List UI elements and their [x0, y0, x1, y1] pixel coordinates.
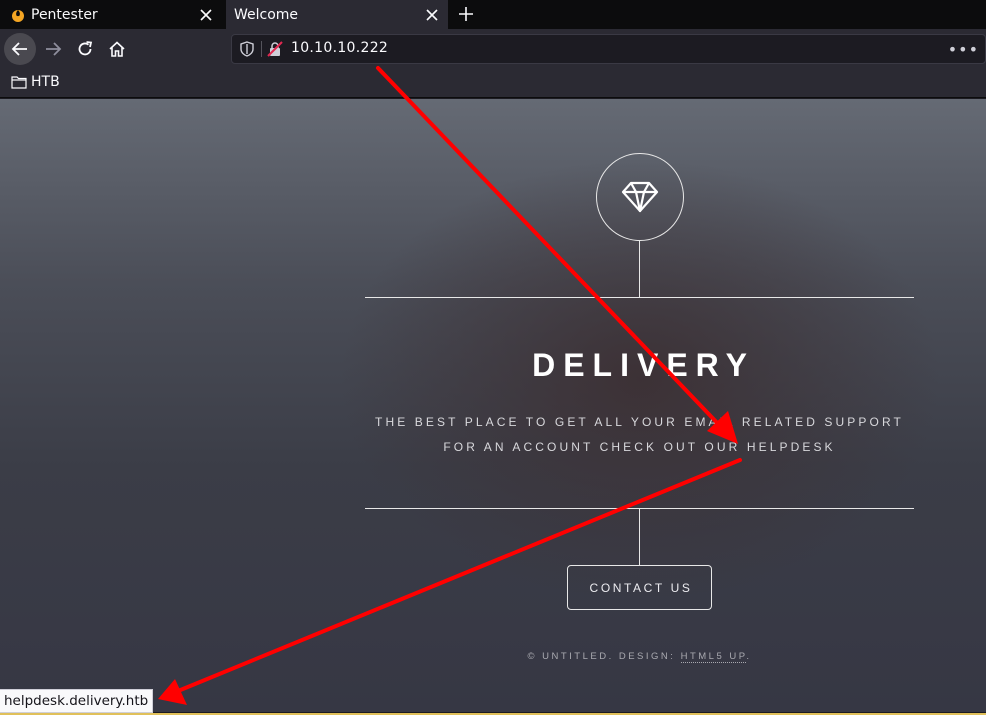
new-tab-button[interactable]: [452, 0, 480, 28]
folder-icon: [11, 76, 27, 89]
contact-us-button[interactable]: CONTACT US: [567, 565, 712, 610]
arrow-left-icon: [11, 42, 27, 56]
plus-icon: [459, 7, 473, 21]
arrow-right-icon: [46, 42, 62, 56]
diamond-icon: [621, 181, 659, 213]
bookmarks-toolbar: HTB: [0, 69, 986, 98]
connector-line: [639, 509, 640, 565]
navigation-toolbar: 10.10.10.222 •••: [0, 29, 986, 69]
shield-icon[interactable]: [240, 41, 254, 57]
divider: [261, 41, 262, 57]
tagline-line-1: THE BEST PLACE TO GET ALL YOUR EMAIL REL…: [375, 415, 904, 429]
footer: © UNTITLED. DESIGN: HTML5 UP.: [365, 651, 914, 663]
close-tab-icon[interactable]: [194, 3, 218, 27]
flame-icon: [12, 9, 24, 22]
tab-welcome[interactable]: Welcome: [226, 0, 448, 29]
insecure-lock-icon[interactable]: [267, 41, 283, 57]
address-bar[interactable]: 10.10.10.222 •••: [231, 34, 986, 64]
divider: [365, 297, 914, 298]
more-actions-icon[interactable]: •••: [948, 40, 979, 59]
reload-icon: [78, 41, 93, 56]
status-link-preview: helpdesk.delivery.htb: [0, 689, 154, 713]
site-title: DELIVERY: [532, 347, 755, 383]
tab-strip: Pentester Welcome: [0, 0, 986, 29]
url-text[interactable]: 10.10.10.222: [291, 40, 388, 56]
logo-emblem: [596, 153, 684, 241]
helpdesk-link[interactable]: FOR AN ACCOUNT CHECK OUT OUR HELPDESK: [365, 440, 914, 454]
forward-button[interactable]: [37, 33, 69, 65]
back-button[interactable]: [4, 33, 36, 65]
page-content: DELIVERY THE BEST PLACE TO GET ALL YOUR …: [0, 99, 986, 712]
tab-title: Welcome: [234, 6, 299, 23]
home-button[interactable]: [101, 33, 133, 65]
bookmark-label: HTB: [31, 74, 60, 90]
footer-period: .: [746, 651, 752, 662]
home-icon: [109, 41, 125, 57]
bookmark-folder-htb[interactable]: HTB: [11, 74, 60, 90]
tab-title: Pentester: [31, 6, 98, 23]
connector-line: [639, 241, 640, 297]
reload-button[interactable]: [69, 33, 101, 65]
footer-link-html5up[interactable]: HTML5 UP: [680, 651, 747, 663]
close-tab-icon[interactable]: [420, 3, 444, 27]
footer-copyright: © UNTITLED. DESIGN:: [527, 651, 676, 662]
tab-pentester[interactable]: Pentester: [0, 0, 222, 29]
